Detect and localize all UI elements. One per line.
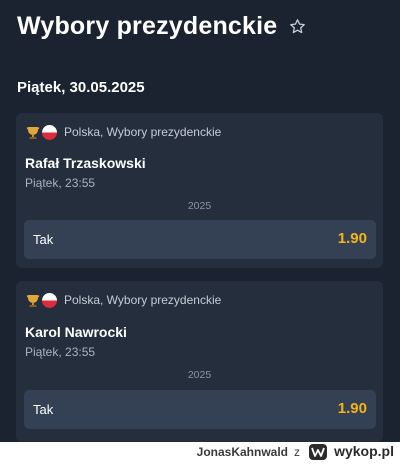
- poland-flag-icon: [42, 124, 57, 140]
- event-league-row: Polska, Wybory prezydenckie: [25, 123, 221, 141]
- footer-username: JonasKahnwald: [196, 445, 288, 459]
- page-title: Wybory prezydenckie: [17, 11, 278, 40]
- event-card: Polska, Wybory prezydenckie Karol Nawroc…: [16, 281, 383, 442]
- odds-button[interactable]: Tak 1.90: [24, 220, 376, 259]
- odds-button[interactable]: Tak 1.90: [24, 390, 376, 429]
- trophy-icon: [25, 124, 41, 140]
- odds-option-label: Tak: [33, 232, 54, 247]
- page-header: Wybory prezydenckie: [17, 8, 306, 44]
- betting-app: Wybory prezydenckie Piątek, 30.05.2025 P…: [0, 0, 400, 442]
- market-year: 2025: [187, 200, 212, 212]
- poland-flag-icon: [42, 292, 57, 308]
- odds-option-label: Tak: [33, 402, 54, 417]
- event-participant: Rafał Trzaskowski: [25, 155, 146, 171]
- watermark-footer: JonasKahnwald z wykop.pl: [0, 442, 400, 464]
- date-heading: Piątek, 30.05.2025: [17, 79, 145, 96]
- odds-value: 1.90: [337, 400, 367, 417]
- event-participant: Karol Nawrocki: [25, 324, 127, 340]
- event-time: Piątek, 23:55: [25, 176, 96, 190]
- event-league: Polska, Wybory prezydenckie: [64, 293, 222, 307]
- odds-value: 1.90: [337, 230, 367, 247]
- trophy-icon: [25, 292, 41, 308]
- wykop-logo-icon: [309, 444, 327, 460]
- footer-brand: wykop.pl: [334, 443, 394, 459]
- market-year: 2025: [187, 369, 212, 381]
- star-icon[interactable]: [289, 18, 306, 35]
- event-league-row: Polska, Wybory prezydenckie: [25, 291, 221, 309]
- footer-connector: z: [294, 445, 300, 459]
- event-card: Polska, Wybory prezydenckie Rafał Trzask…: [16, 113, 383, 268]
- event-league: Polska, Wybory prezydenckie: [64, 125, 222, 139]
- event-time: Piątek, 23:55: [25, 345, 96, 359]
